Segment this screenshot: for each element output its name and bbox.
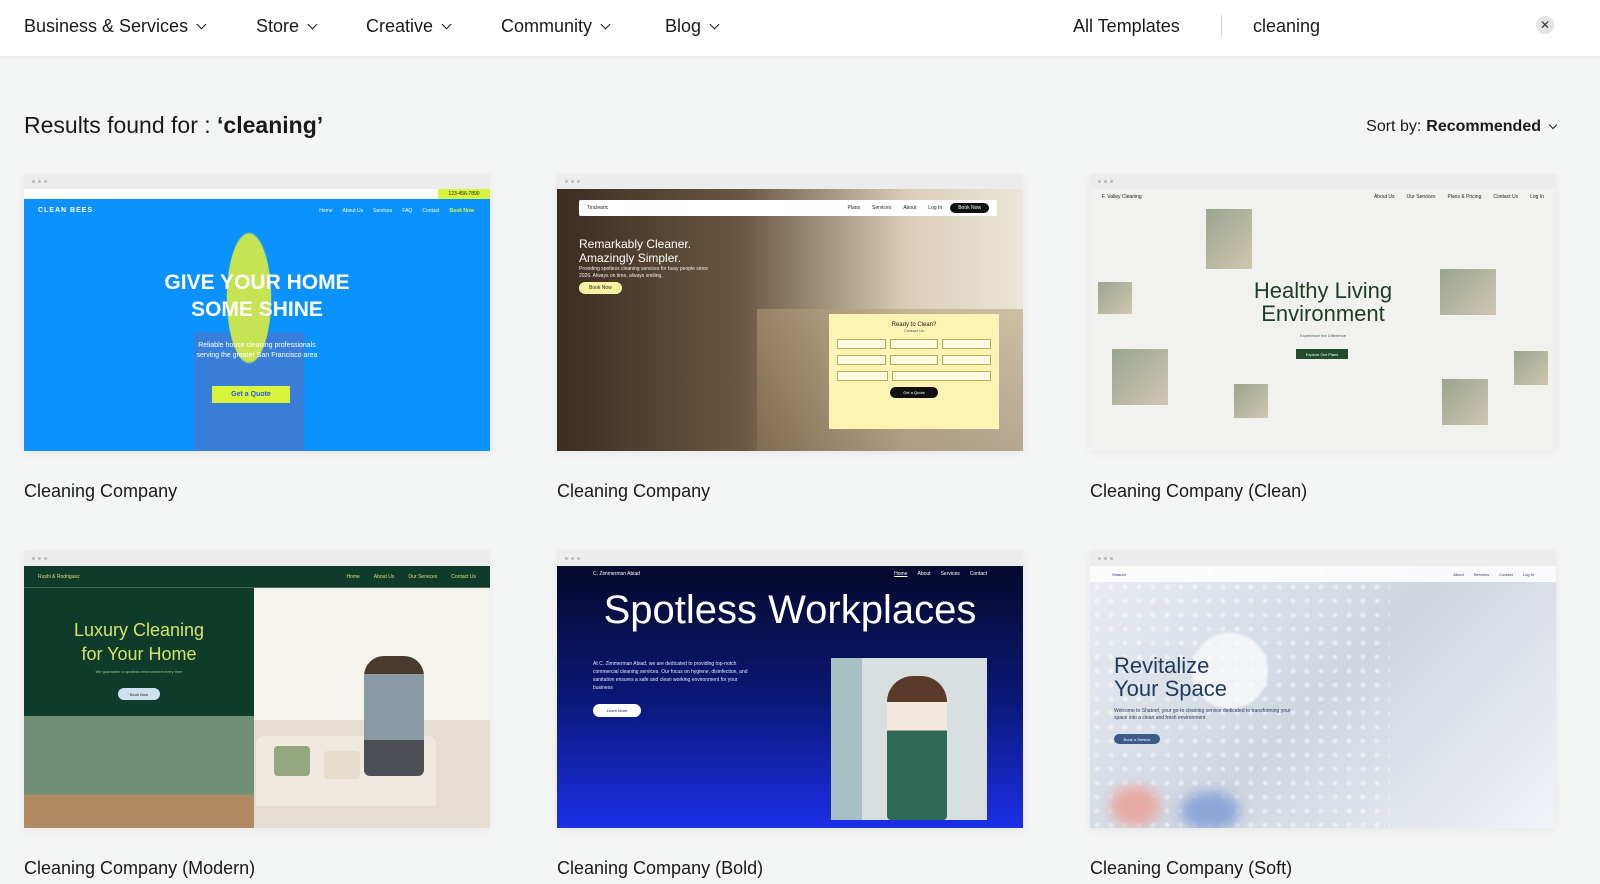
preview-nav: Tinclearic Plans Services About Log In Book… [579, 200, 997, 216]
person-image [364, 656, 424, 776]
gallery-photo [1514, 351, 1548, 385]
preview-subtitle: We guarantee a spotless environment ever… [95, 669, 183, 674]
browser-chrome [1090, 174, 1556, 189]
preview-phone: 123-456-7890 [438, 189, 490, 199]
preview-nav-links: Home About Us Services FAQ Contact Book Now [319, 208, 474, 214]
chevron-down-icon [307, 19, 318, 29]
results-heading: Results found for : ‘cleaning’ [24, 112, 323, 139]
browser-chrome [557, 551, 1023, 566]
gallery-photo [1206, 209, 1252, 269]
sort-label: Sort by: [1366, 118, 1422, 135]
nav-business-services[interactable]: Business & Services [24, 0, 207, 52]
template-card[interactable]: Shatoof About Services Contact Log In Revit… [1090, 551, 1556, 879]
nav-store[interactable]: Store [256, 0, 318, 52]
preview-screenshot: F. Valley Cleaning About Us Our Services P… [1090, 189, 1556, 451]
preview-headline: Remarkably Cleaner. Amazingly Simpler. [579, 237, 692, 265]
all-templates-link[interactable]: All Templates [1073, 0, 1180, 52]
nav-divider [1221, 15, 1222, 37]
chevron-down-icon [709, 19, 720, 29]
preview-headline: Spotless Workplaces [603, 588, 977, 632]
nav-label: Business & Services [24, 15, 189, 36]
template-title[interactable]: Cleaning Company (Modern) [24, 858, 490, 879]
preview-screenshot: Shatoof About Services Contact Log In Revit… [1090, 566, 1556, 828]
chevron-down-icon [196, 19, 207, 29]
gallery-photo [1234, 384, 1268, 418]
gallery-photo [1442, 379, 1488, 425]
preview-button: Explore Our Plans [1296, 349, 1348, 359]
browser-chrome [24, 551, 490, 566]
chevron-down-icon [441, 19, 452, 29]
browser-chrome [1090, 551, 1556, 566]
preview-button: Learn More [593, 704, 641, 717]
preview-paragraph: Welcome to Shatoof, your go-to cleaning … [1114, 708, 1291, 721]
nav-label: Creative [366, 15, 434, 36]
template-preview[interactable]: C. Zimmerman Abiad Home About Services Cont… [557, 551, 1023, 828]
preview-paragraph: Providing spotless cleaning services for… [579, 266, 708, 279]
results-query: ‘cleaning’ [217, 112, 324, 138]
template-title[interactable]: Cleaning Company (Bold) [557, 858, 1023, 879]
template-title[interactable]: Cleaning Company (Soft) [1090, 858, 1556, 879]
preview-cta: Get a Quote [212, 386, 290, 403]
preview-headline: Revitalize Your Space [1114, 653, 1227, 701]
preview-headline: GIVE YOUR HOME SOME SHINE [164, 271, 350, 321]
sponge-blur-image [1110, 786, 1160, 826]
cleaner-woman-image [887, 676, 947, 820]
template-card[interactable]: Rushi & Rodriguez Home About Us Our Servic… [24, 551, 490, 879]
template-preview[interactable]: 123-456-7890 CLEAN BEES Home About Us Serv… [24, 174, 490, 451]
preview-subtitle: Reliable house cleaning professionals se… [196, 342, 318, 359]
preview-logo: CLEAN BEES [38, 207, 94, 214]
template-preview[interactable]: Shatoof About Services Contact Log In Revit… [1090, 551, 1556, 828]
template-title[interactable]: Cleaning Company [24, 481, 490, 502]
nav-community[interactable]: Community [501, 0, 611, 52]
results-prefix: Results found for : [24, 112, 218, 138]
sort-dropdown[interactable]: Sort by: Recommended [1366, 118, 1558, 136]
nav-blog[interactable]: Blog [665, 0, 720, 52]
nav-label: Store [256, 15, 300, 36]
chevron-down-icon [600, 19, 611, 29]
template-card[interactable]: 123-456-7890 CLEAN BEES Home About Us Serv… [24, 174, 490, 502]
preview-headline: Luxury Cleaning for Your Home [73, 620, 205, 664]
nav-creative[interactable]: Creative [366, 0, 452, 52]
preview-nav: Rushi & Rodriguez Home About Us Our Servic… [24, 566, 490, 588]
preview-topstrip [24, 189, 490, 199]
search-input[interactable] [1253, 11, 1493, 41]
gallery-photo [1112, 349, 1168, 405]
preview-screenshot: Tinclearic Plans Services About Log In Book… [557, 189, 1023, 451]
browser-chrome [24, 174, 490, 189]
template-card[interactable]: C. Zimmerman Abiad Home About Services Cont… [557, 551, 1023, 879]
preview-paragraph: At C. Zimmerman Abiad, we are dedicated … [593, 661, 748, 691]
template-preview[interactable]: Tinclearic Plans Services About Log In Book… [557, 174, 1023, 451]
browser-chrome [557, 174, 1023, 189]
preview-headline: Healthy Living Environment [1253, 278, 1393, 326]
sponge-glove-image [194, 229, 304, 451]
template-preview[interactable]: Rushi & Rodriguez Home About Us Our Servic… [24, 551, 490, 828]
preview-nav: C. Zimmerman Abiad Home About Services Cont… [593, 571, 987, 577]
nav-label: Blog [665, 15, 702, 36]
cushion-image [324, 751, 360, 779]
clear-search-button[interactable]: ✕ [1536, 16, 1554, 34]
top-nav: Business & Services Store Creative Commu… [0, 0, 1600, 56]
template-title[interactable]: Cleaning Company [557, 481, 1023, 502]
preview-button: Book a Service [1114, 734, 1160, 744]
preview-nav: F. Valley Cleaning About Us Our Services P… [1102, 194, 1544, 200]
preview-button: Book Now [579, 282, 622, 294]
cushion-image [274, 746, 310, 776]
preview-subtitle: Experience the Difference [1300, 333, 1346, 338]
preview-button: Book Now [118, 688, 160, 700]
room-wall-image [24, 716, 254, 828]
template-title[interactable]: Cleaning Company (Clean) [1090, 481, 1556, 502]
nav-label: Community [501, 15, 593, 36]
preview-screenshot: Rushi & Rodriguez Home About Us Our Servic… [24, 566, 490, 828]
preview-screenshot: C. Zimmerman Abiad Home About Services Cont… [557, 566, 1023, 828]
sponge-blur-image [1180, 791, 1240, 828]
close-icon: ✕ [1539, 18, 1551, 32]
chevron-down-icon [1548, 120, 1558, 130]
template-card[interactable]: Tinclearic Plans Services About Log In Book… [557, 174, 1023, 502]
template-preview[interactable]: F. Valley Cleaning About Us Our Services P… [1090, 174, 1556, 451]
sort-value: Recommended [1426, 118, 1541, 135]
template-card[interactable]: F. Valley Cleaning About Us Our Services P… [1090, 174, 1556, 502]
preview-nav: Shatoof About Services Contact Log In [1090, 566, 1556, 582]
preview-screenshot: 123-456-7890 CLEAN BEES Home About Us Serv… [24, 189, 490, 451]
preview-contact-form: Ready to Clean? Contact Us Get a Quote [829, 314, 999, 429]
